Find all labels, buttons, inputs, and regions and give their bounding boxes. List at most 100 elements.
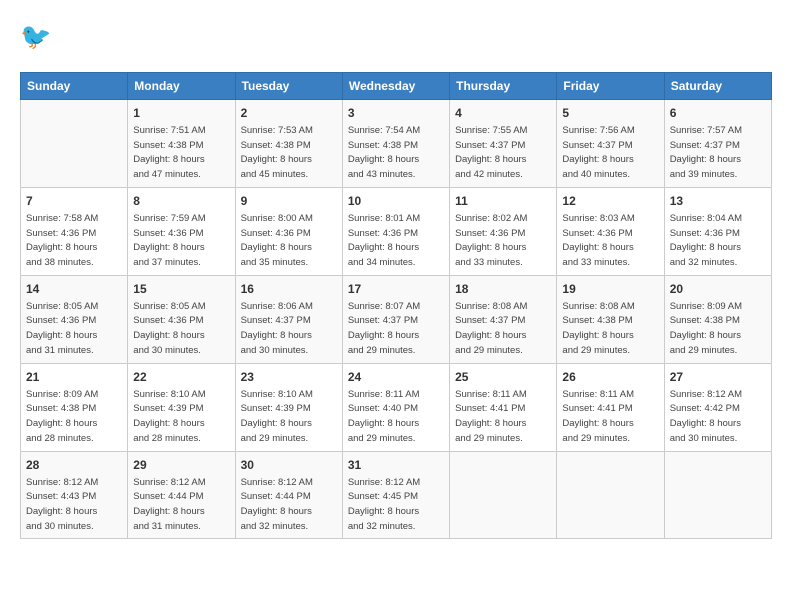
day-number: 2 [241, 104, 337, 122]
cell-content: Sunrise: 8:01 AMSunset: 4:36 PMDaylight:… [348, 212, 444, 271]
cell-content: Sunrise: 7:57 AMSunset: 4:37 PMDaylight:… [670, 124, 766, 183]
day-number: 20 [670, 280, 766, 298]
calendar-cell: 3Sunrise: 7:54 AMSunset: 4:38 PMDaylight… [342, 100, 449, 188]
calendar-cell: 7 Sunrise: 7:58 AMSunset: 4:36 PMDaylight… [21, 187, 128, 275]
cell-content: Sunrise: 8:05 AMSunset: 4:36 PMDaylight:… [26, 300, 122, 359]
calendar-cell: 14 Sunrise: 8:05 AMSunset: 4:36 PMDayligh… [21, 275, 128, 363]
cell-content: Sunrise: 8:07 AMSunset: 4:37 PMDaylight:… [348, 300, 444, 359]
day-number: 4 [455, 104, 551, 122]
cell-content: Sunrise: 8:03 AMSunset: 4:36 PMDaylight:… [562, 212, 658, 271]
cell-content: Sunrise: 7:55 AMSunset: 4:37 PMDaylight:… [455, 124, 551, 183]
calendar-cell: 12 Sunrise: 8:03 AMSunset: 4:36 PMDayligh… [557, 187, 664, 275]
calendar-cell: 11 Sunrise: 8:02 AMSunset: 4:36 PMDayligh… [450, 187, 557, 275]
day-number: 24 [348, 368, 444, 386]
calendar-cell: 20 Sunrise: 8:09 AMSunset: 4:38 PMDayligh… [664, 275, 771, 363]
day-number: 29 [133, 456, 229, 474]
column-header-tuesday: Tuesday [235, 73, 342, 100]
cell-content: Sunrise: 8:12 AMSunset: 4:42 PMDaylight:… [670, 388, 766, 447]
day-number: 16 [241, 280, 337, 298]
calendar-table: SundayMondayTuesdayWednesdayThursdayFrid… [20, 72, 772, 539]
calendar-cell: 31Sunrise: 8:12 AMSunset: 4:45 PMDayligh… [342, 451, 449, 539]
day-number: 17 [348, 280, 444, 298]
day-number: 13 [670, 192, 766, 210]
day-number: 8 [133, 192, 229, 210]
cell-content: Sunrise: 8:11 AMSunset: 4:40 PMDaylight:… [348, 388, 444, 447]
day-number: 9 [241, 192, 337, 210]
calendar-week-row: 14 Sunrise: 8:05 AMSunset: 4:36 PMDayligh… [21, 275, 772, 363]
cell-content: Sunrise: 8:11 AMSunset: 4:41 PMDaylight:… [562, 388, 658, 447]
calendar-cell: 22Sunrise: 8:10 AMSunset: 4:39 PMDayligh… [128, 363, 235, 451]
calendar-week-row: 1Sunrise: 7:51 AMSunset: 4:38 PMDaylight… [21, 100, 772, 188]
calendar-cell: 17 Sunrise: 8:07 AMSunset: 4:37 PMDayligh… [342, 275, 449, 363]
logo: 🐦 [20, 20, 62, 56]
calendar-cell [450, 451, 557, 539]
day-number: 12 [562, 192, 658, 210]
calendar-cell: 13 Sunrise: 8:04 AMSunset: 4:36 PMDayligh… [664, 187, 771, 275]
calendar-header-row: SundayMondayTuesdayWednesdayThursdayFrid… [21, 73, 772, 100]
column-header-sunday: Sunday [21, 73, 128, 100]
cell-content: Sunrise: 8:10 AMSunset: 4:39 PMDaylight:… [241, 388, 337, 447]
day-number: 22 [133, 368, 229, 386]
cell-content: Sunrise: 8:00 AMSunset: 4:36 PMDaylight:… [241, 212, 337, 271]
cell-content: Sunrise: 7:53 AMSunset: 4:38 PMDaylight:… [241, 124, 337, 183]
calendar-cell: 9 Sunrise: 8:00 AMSunset: 4:36 PMDaylight… [235, 187, 342, 275]
cell-content: Sunrise: 8:09 AMSunset: 4:38 PMDaylight:… [26, 388, 122, 447]
day-number: 1 [133, 104, 229, 122]
cell-content: Sunrise: 7:58 AMSunset: 4:36 PMDaylight:… [26, 212, 122, 271]
cell-content: Sunrise: 8:05 AMSunset: 4:36 PMDaylight:… [133, 300, 229, 359]
calendar-cell: 4 Sunrise: 7:55 AMSunset: 4:37 PMDaylight… [450, 100, 557, 188]
cell-content: Sunrise: 8:08 AMSunset: 4:38 PMDaylight:… [562, 300, 658, 359]
svg-text:🐦: 🐦 [20, 23, 51, 51]
day-number: 10 [348, 192, 444, 210]
cell-content: Sunrise: 8:12 AMSunset: 4:44 PMDaylight:… [133, 476, 229, 535]
day-number: 14 [26, 280, 122, 298]
calendar-cell: 10 Sunrise: 8:01 AMSunset: 4:36 PMDayligh… [342, 187, 449, 275]
calendar-cell: 23Sunrise: 8:10 AMSunset: 4:39 PMDayligh… [235, 363, 342, 451]
cell-content: Sunrise: 8:11 AMSunset: 4:41 PMDaylight:… [455, 388, 551, 447]
column-header-friday: Friday [557, 73, 664, 100]
day-number: 6 [670, 104, 766, 122]
calendar-cell [557, 451, 664, 539]
column-header-monday: Monday [128, 73, 235, 100]
day-number: 28 [26, 456, 122, 474]
calendar-cell: 26 Sunrise: 8:11 AMSunset: 4:41 PMDayligh… [557, 363, 664, 451]
cell-content: Sunrise: 8:04 AMSunset: 4:36 PMDaylight:… [670, 212, 766, 271]
cell-content: Sunrise: 8:09 AMSunset: 4:38 PMDaylight:… [670, 300, 766, 359]
calendar-cell: 1Sunrise: 7:51 AMSunset: 4:38 PMDaylight… [128, 100, 235, 188]
day-number: 19 [562, 280, 658, 298]
column-header-thursday: Thursday [450, 73, 557, 100]
cell-content: Sunrise: 8:02 AMSunset: 4:36 PMDaylight:… [455, 212, 551, 271]
calendar-cell: 6 Sunrise: 7:57 AMSunset: 4:37 PMDaylight… [664, 100, 771, 188]
calendar-cell [21, 100, 128, 188]
calendar-cell: 24 Sunrise: 8:11 AMSunset: 4:40 PMDayligh… [342, 363, 449, 451]
calendar-cell: 5Sunrise: 7:56 AMSunset: 4:37 PMDaylight… [557, 100, 664, 188]
calendar-cell: 29 Sunrise: 8:12 AMSunset: 4:44 PMDayligh… [128, 451, 235, 539]
calendar-cell: 27Sunrise: 8:12 AMSunset: 4:42 PMDayligh… [664, 363, 771, 451]
calendar-week-row: 7 Sunrise: 7:58 AMSunset: 4:36 PMDaylight… [21, 187, 772, 275]
cell-content: Sunrise: 8:06 AMSunset: 4:37 PMDaylight:… [241, 300, 337, 359]
calendar-cell: 18 Sunrise: 8:08 AMSunset: 4:37 PMDayligh… [450, 275, 557, 363]
day-number: 21 [26, 368, 122, 386]
calendar-cell: 15Sunrise: 8:05 AMSunset: 4:36 PMDayligh… [128, 275, 235, 363]
calendar-cell: 25Sunrise: 8:11 AMSunset: 4:41 PMDayligh… [450, 363, 557, 451]
calendar-cell: 8 Sunrise: 7:59 AMSunset: 4:36 PMDaylight… [128, 187, 235, 275]
calendar-cell: 19 Sunrise: 8:08 AMSunset: 4:38 PMDayligh… [557, 275, 664, 363]
day-number: 3 [348, 104, 444, 122]
calendar-cell [664, 451, 771, 539]
calendar-week-row: 21 Sunrise: 8:09 AMSunset: 4:38 PMDayligh… [21, 363, 772, 451]
day-number: 7 [26, 192, 122, 210]
cell-content: Sunrise: 7:59 AMSunset: 4:36 PMDaylight:… [133, 212, 229, 271]
day-number: 18 [455, 280, 551, 298]
page-header: 🐦 [20, 20, 772, 56]
cell-content: Sunrise: 8:12 AMSunset: 4:44 PMDaylight:… [241, 476, 337, 535]
day-number: 31 [348, 456, 444, 474]
calendar-cell: 28Sunrise: 8:12 AMSunset: 4:43 PMDayligh… [21, 451, 128, 539]
day-number: 26 [562, 368, 658, 386]
column-header-wednesday: Wednesday [342, 73, 449, 100]
calendar-week-row: 28Sunrise: 8:12 AMSunset: 4:43 PMDayligh… [21, 451, 772, 539]
day-number: 11 [455, 192, 551, 210]
day-number: 30 [241, 456, 337, 474]
calendar-cell: 21 Sunrise: 8:09 AMSunset: 4:38 PMDayligh… [21, 363, 128, 451]
cell-content: Sunrise: 8:08 AMSunset: 4:37 PMDaylight:… [455, 300, 551, 359]
calendar-cell: 30 Sunrise: 8:12 AMSunset: 4:44 PMDayligh… [235, 451, 342, 539]
